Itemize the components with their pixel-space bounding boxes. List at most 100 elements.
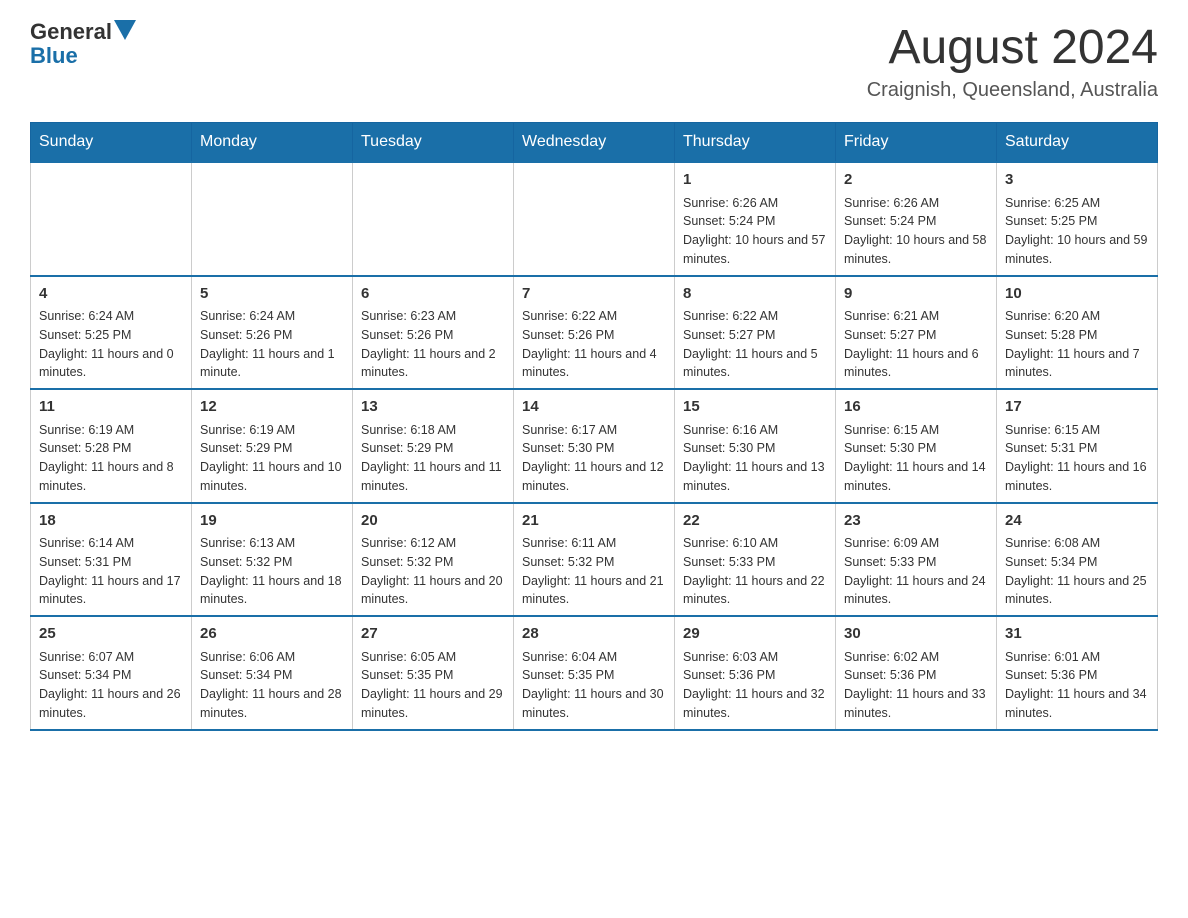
calendar-week-row: 11Sunrise: 6:19 AMSunset: 5:28 PMDayligh… [31,389,1158,503]
calendar-cell: 15Sunrise: 6:16 AMSunset: 5:30 PMDayligh… [675,389,836,503]
calendar-cell: 22Sunrise: 6:10 AMSunset: 5:33 PMDayligh… [675,503,836,617]
sun-info: Sunrise: 6:11 AMSunset: 5:32 PMDaylight:… [522,534,666,609]
day-number: 11 [39,396,183,419]
calendar-cell: 24Sunrise: 6:08 AMSunset: 5:34 PMDayligh… [997,503,1158,617]
logo: General Blue [30,20,136,68]
location-subtitle: Craignish, Queensland, Australia [867,79,1158,102]
calendar-cell: 17Sunrise: 6:15 AMSunset: 5:31 PMDayligh… [997,389,1158,503]
calendar-header-saturday: Saturday [997,123,1158,163]
calendar-cell: 18Sunrise: 6:14 AMSunset: 5:31 PMDayligh… [31,503,192,617]
calendar-cell: 1Sunrise: 6:26 AMSunset: 5:24 PMDaylight… [675,162,836,276]
day-number: 22 [683,510,827,533]
calendar-cell: 6Sunrise: 6:23 AMSunset: 5:26 PMDaylight… [353,276,514,390]
sun-info: Sunrise: 6:04 AMSunset: 5:35 PMDaylight:… [522,648,666,723]
day-number: 3 [1005,169,1149,192]
calendar-cell: 21Sunrise: 6:11 AMSunset: 5:32 PMDayligh… [514,503,675,617]
day-number: 23 [844,510,988,533]
calendar-cell: 5Sunrise: 6:24 AMSunset: 5:26 PMDaylight… [192,276,353,390]
sun-info: Sunrise: 6:16 AMSunset: 5:30 PMDaylight:… [683,421,827,496]
day-number: 10 [1005,283,1149,306]
day-number: 20 [361,510,505,533]
calendar-cell: 19Sunrise: 6:13 AMSunset: 5:32 PMDayligh… [192,503,353,617]
sun-info: Sunrise: 6:19 AMSunset: 5:29 PMDaylight:… [200,421,344,496]
day-number: 28 [522,623,666,646]
sun-info: Sunrise: 6:06 AMSunset: 5:34 PMDaylight:… [200,648,344,723]
sun-info: Sunrise: 6:15 AMSunset: 5:30 PMDaylight:… [844,421,988,496]
calendar-cell: 7Sunrise: 6:22 AMSunset: 5:26 PMDaylight… [514,276,675,390]
day-number: 26 [200,623,344,646]
day-number: 2 [844,169,988,192]
logo-blue: Blue [30,44,78,68]
calendar-header-thursday: Thursday [675,123,836,163]
day-number: 8 [683,283,827,306]
day-number: 15 [683,396,827,419]
sun-info: Sunrise: 6:20 AMSunset: 5:28 PMDaylight:… [1005,307,1149,382]
calendar-cell: 13Sunrise: 6:18 AMSunset: 5:29 PMDayligh… [353,389,514,503]
calendar-header-wednesday: Wednesday [514,123,675,163]
sun-info: Sunrise: 6:17 AMSunset: 5:30 PMDaylight:… [522,421,666,496]
sun-info: Sunrise: 6:24 AMSunset: 5:25 PMDaylight:… [39,307,183,382]
sun-info: Sunrise: 6:24 AMSunset: 5:26 PMDaylight:… [200,307,344,382]
sun-info: Sunrise: 6:05 AMSunset: 5:35 PMDaylight:… [361,648,505,723]
calendar-cell: 14Sunrise: 6:17 AMSunset: 5:30 PMDayligh… [514,389,675,503]
calendar-cell: 25Sunrise: 6:07 AMSunset: 5:34 PMDayligh… [31,616,192,730]
calendar-week-row: 4Sunrise: 6:24 AMSunset: 5:25 PMDaylight… [31,276,1158,390]
calendar-week-row: 18Sunrise: 6:14 AMSunset: 5:31 PMDayligh… [31,503,1158,617]
calendar-cell: 8Sunrise: 6:22 AMSunset: 5:27 PMDaylight… [675,276,836,390]
sun-info: Sunrise: 6:26 AMSunset: 5:24 PMDaylight:… [844,194,988,269]
sun-info: Sunrise: 6:02 AMSunset: 5:36 PMDaylight:… [844,648,988,723]
day-number: 19 [200,510,344,533]
calendar-header-row: SundayMondayTuesdayWednesdayThursdayFrid… [31,123,1158,163]
calendar-cell: 11Sunrise: 6:19 AMSunset: 5:28 PMDayligh… [31,389,192,503]
sun-info: Sunrise: 6:15 AMSunset: 5:31 PMDaylight:… [1005,421,1149,496]
calendar-cell [514,162,675,276]
sun-info: Sunrise: 6:14 AMSunset: 5:31 PMDaylight:… [39,534,183,609]
calendar-cell: 2Sunrise: 6:26 AMSunset: 5:24 PMDaylight… [836,162,997,276]
sun-info: Sunrise: 6:26 AMSunset: 5:24 PMDaylight:… [683,194,827,269]
title-block: August 2024 Craignish, Queensland, Austr… [867,20,1158,102]
calendar-cell: 26Sunrise: 6:06 AMSunset: 5:34 PMDayligh… [192,616,353,730]
calendar-cell: 30Sunrise: 6:02 AMSunset: 5:36 PMDayligh… [836,616,997,730]
calendar-header-tuesday: Tuesday [353,123,514,163]
day-number: 27 [361,623,505,646]
sun-info: Sunrise: 6:23 AMSunset: 5:26 PMDaylight:… [361,307,505,382]
day-number: 4 [39,283,183,306]
sun-info: Sunrise: 6:07 AMSunset: 5:34 PMDaylight:… [39,648,183,723]
sun-info: Sunrise: 6:08 AMSunset: 5:34 PMDaylight:… [1005,534,1149,609]
main-title: August 2024 [867,20,1158,75]
calendar-cell [31,162,192,276]
calendar-week-row: 1Sunrise: 6:26 AMSunset: 5:24 PMDaylight… [31,162,1158,276]
day-number: 7 [522,283,666,306]
sun-info: Sunrise: 6:12 AMSunset: 5:32 PMDaylight:… [361,534,505,609]
sun-info: Sunrise: 6:09 AMSunset: 5:33 PMDaylight:… [844,534,988,609]
calendar-cell: 29Sunrise: 6:03 AMSunset: 5:36 PMDayligh… [675,616,836,730]
sun-info: Sunrise: 6:01 AMSunset: 5:36 PMDaylight:… [1005,648,1149,723]
day-number: 24 [1005,510,1149,533]
sun-info: Sunrise: 6:18 AMSunset: 5:29 PMDaylight:… [361,421,505,496]
day-number: 14 [522,396,666,419]
page-header: General Blue August 2024 Craignish, Quee… [30,20,1158,102]
calendar-cell: 3Sunrise: 6:25 AMSunset: 5:25 PMDaylight… [997,162,1158,276]
logo-general: General [30,20,112,44]
calendar-cell: 23Sunrise: 6:09 AMSunset: 5:33 PMDayligh… [836,503,997,617]
day-number: 25 [39,623,183,646]
day-number: 29 [683,623,827,646]
calendar-cell [192,162,353,276]
calendar-cell: 27Sunrise: 6:05 AMSunset: 5:35 PMDayligh… [353,616,514,730]
day-number: 5 [200,283,344,306]
day-number: 17 [1005,396,1149,419]
sun-info: Sunrise: 6:22 AMSunset: 5:27 PMDaylight:… [683,307,827,382]
calendar-cell [353,162,514,276]
calendar-table: SundayMondayTuesdayWednesdayThursdayFrid… [30,122,1158,731]
calendar-header-sunday: Sunday [31,123,192,163]
calendar-cell: 12Sunrise: 6:19 AMSunset: 5:29 PMDayligh… [192,389,353,503]
day-number: 13 [361,396,505,419]
day-number: 31 [1005,623,1149,646]
day-number: 18 [39,510,183,533]
day-number: 12 [200,396,344,419]
calendar-week-row: 25Sunrise: 6:07 AMSunset: 5:34 PMDayligh… [31,616,1158,730]
sun-info: Sunrise: 6:03 AMSunset: 5:36 PMDaylight:… [683,648,827,723]
sun-info: Sunrise: 6:10 AMSunset: 5:33 PMDaylight:… [683,534,827,609]
calendar-cell: 9Sunrise: 6:21 AMSunset: 5:27 PMDaylight… [836,276,997,390]
sun-info: Sunrise: 6:22 AMSunset: 5:26 PMDaylight:… [522,307,666,382]
